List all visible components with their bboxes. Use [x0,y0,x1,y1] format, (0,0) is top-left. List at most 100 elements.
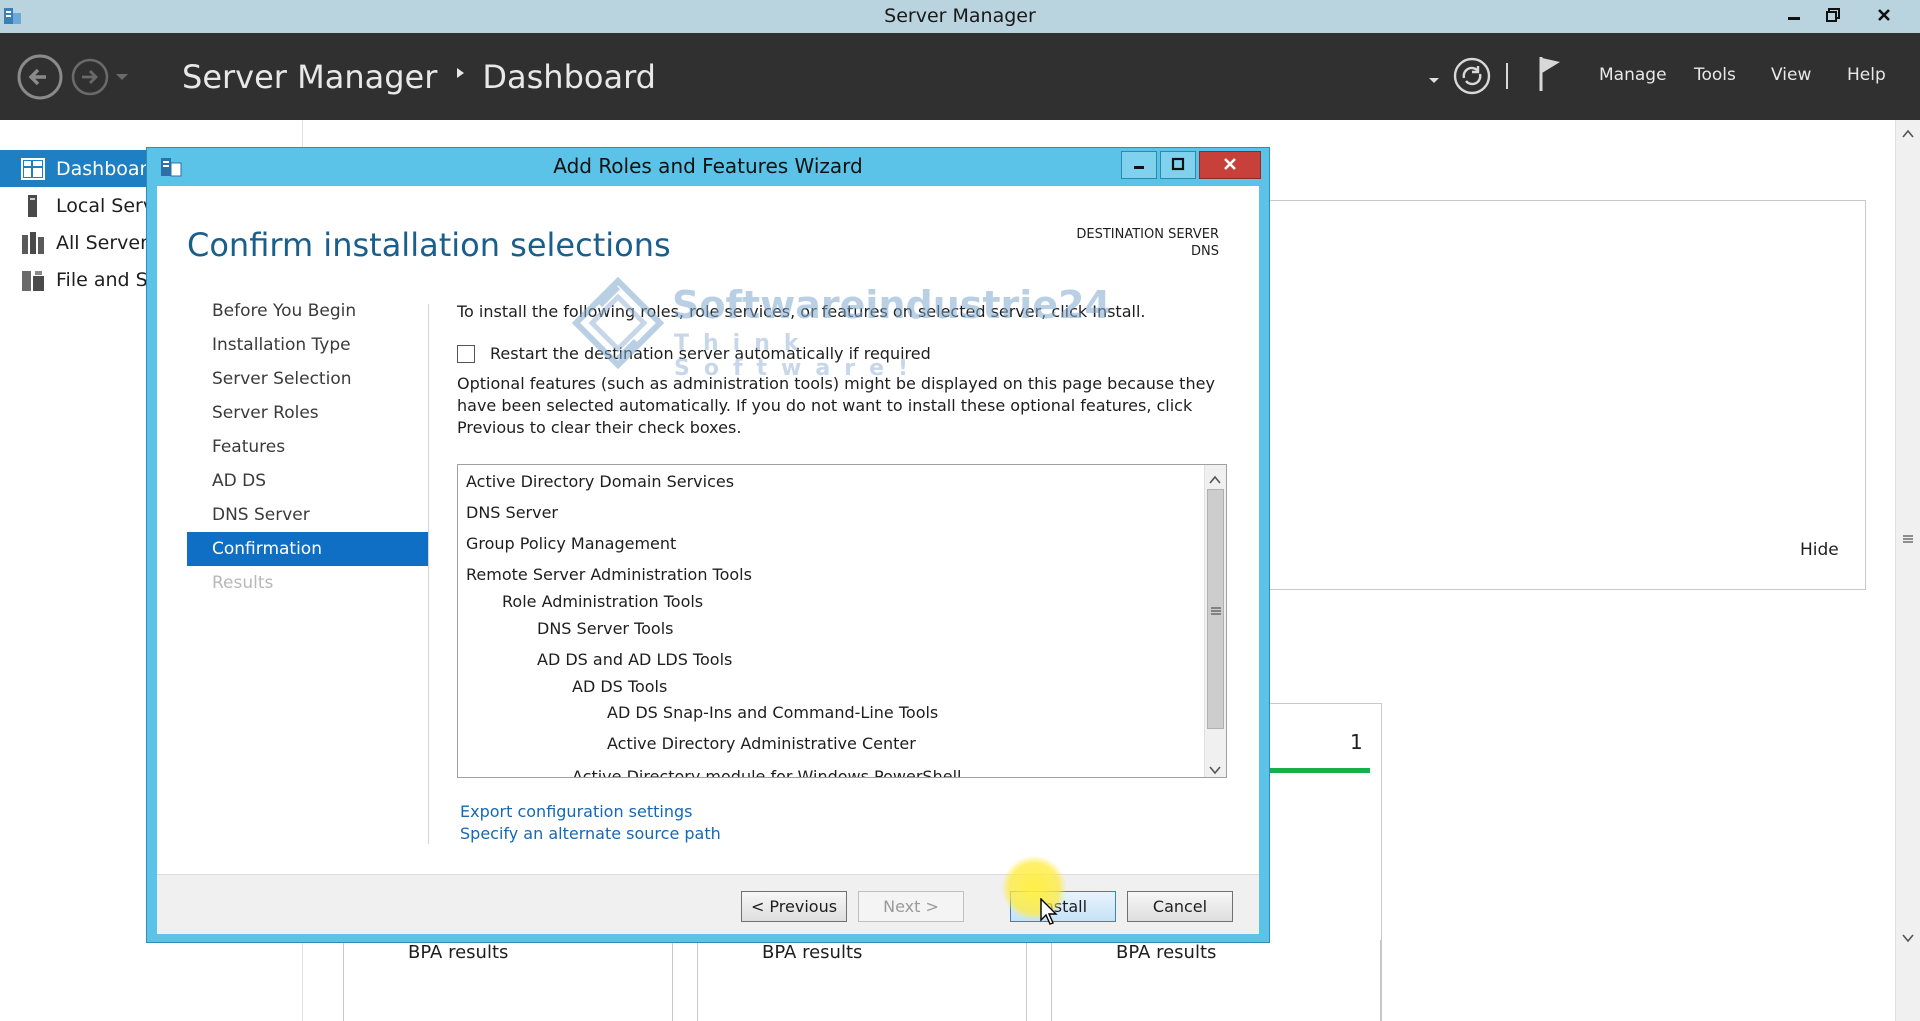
tile-status-bar [1262,768,1370,773]
destination-server: DESTINATION SERVER DNS [1076,226,1219,260]
list-item: Active Directory Administrative Center [607,734,916,753]
list-item: DNS Server Tools [537,619,674,638]
scroll-grip-icon [1902,530,1914,549]
breadcrumb: Server Manager Dashboard [182,57,656,97]
nav-item-label: File and St [56,268,156,291]
step-results: Results [212,573,274,593]
minimize-button[interactable] [1776,0,1812,30]
chevron-down-icon [1428,71,1440,90]
flag-icon [1536,57,1566,99]
list-item: Group Policy Management [466,534,677,553]
step-confirmation[interactable]: Confirmation [187,532,429,566]
list-item: AD DS Tools [572,677,668,696]
forward-arrow-icon [70,58,110,101]
scroll-grip-icon [1210,602,1222,621]
refresh-button[interactable] [1452,56,1492,96]
scroll-thumb[interactable] [1207,489,1224,729]
step-server-roles[interactable]: Server Roles [187,396,429,430]
wizard-maximize-button[interactable] [1160,151,1196,179]
forward-button[interactable] [70,57,110,97]
list-item: Active Directory Domain Services [466,472,735,491]
list-item: Remote Server Administration Tools [466,565,752,584]
restart-option[interactable]: Restart the destination server automatic… [457,344,931,363]
install-button[interactable]: Install [1010,891,1116,922]
step-features[interactable]: Features [187,430,429,464]
wizard-footer: < Previous Next > Install Cancel [157,874,1259,934]
local-server-icon [20,194,46,218]
back-arrow-icon [16,54,64,105]
restore-icon [1826,8,1840,22]
wizard-titlebar: Add Roles and Features Wizard [147,148,1269,184]
close-button[interactable] [1866,0,1902,30]
tile-count: 1 [1350,730,1363,754]
steps-divider [428,304,429,844]
bpa-results-label[interactable]: BPA results [1116,942,1216,963]
file-storage-icon [20,268,46,292]
all-servers-icon [20,231,46,255]
scroll-up-icon [1209,470,1221,489]
chevron-down-icon [114,70,130,89]
optional-features-note: Optional features (such as administratio… [457,374,1215,437]
bpa-results-label[interactable]: BPA results [762,942,862,963]
dashboard-scrollbar[interactable] [1895,120,1920,1021]
list-item: DNS Server [466,503,558,522]
minimize-icon [1132,156,1146,175]
feature-list-scrollbar[interactable] [1204,465,1226,777]
breadcrumb-separator-icon [457,68,465,78]
breadcrumb-app: Server Manager [182,58,438,96]
previous-button[interactable]: < Previous [741,891,847,922]
hide-welcome-link[interactable]: Hide [1800,540,1839,560]
bpa-results-label[interactable]: BPA results [408,942,508,963]
window-title: Server Manager [884,5,1036,27]
header-divider [1506,63,1508,89]
notifications-flag-button[interactable] [1536,55,1566,95]
list-item: Active Directory module for Windows Powe… [572,767,962,778]
wizard-close-button[interactable] [1199,151,1261,179]
welcome-panel [1210,200,1866,590]
cancel-button[interactable]: Cancel [1127,891,1233,922]
destination-server-label: DESTINATION SERVER [1076,227,1219,242]
menu-tools[interactable]: Tools [1694,65,1736,85]
intro-text: To install the following roles, role ser… [457,302,1146,321]
menu-manage[interactable]: Manage [1599,65,1667,85]
server-manager-header: Server Manager Dashboard Manage Tools Vi… [0,33,1920,120]
step-dns-server[interactable]: DNS Server [187,498,429,532]
list-item: AD DS and AD LDS Tools [537,650,733,669]
wizard-minimize-button[interactable] [1121,151,1157,179]
nav-item-label: Local Serv [56,194,155,217]
history-dropdown[interactable] [114,69,130,85]
close-icon [1223,156,1237,175]
menu-help[interactable]: Help [1847,65,1886,85]
minimize-icon [1787,8,1801,22]
step-before-you-begin[interactable]: Before You Begin [187,294,429,328]
breadcrumb-page: Dashboard [482,58,656,96]
scroll-down-icon [1902,928,1914,947]
server-manager-titlebar: Server Manager [0,0,1920,33]
export-configuration-link[interactable]: Export configuration settings [460,802,692,821]
add-roles-wizard-window: Add Roles and Features Wizard Confirm in… [146,147,1270,943]
scroll-up-icon [1902,124,1914,143]
nav-item-label: All Servers [56,231,158,254]
refresh-dropdown[interactable] [1428,71,1440,90]
scroll-down-icon [1209,760,1221,777]
back-button[interactable] [16,53,64,101]
nav-item-label: Dashboard [56,157,160,180]
step-server-selection[interactable]: Server Selection [187,362,429,396]
restore-button[interactable] [1815,0,1851,30]
menu-view[interactable]: View [1771,65,1811,85]
refresh-icon [1452,57,1492,100]
wizard-title: Add Roles and Features Wizard [553,154,863,178]
feature-selection-list[interactable]: Active Directory Domain Services DNS Ser… [457,464,1227,778]
dashboard-icon [20,157,46,181]
destination-server-value: DNS [1191,244,1219,259]
page-title: Confirm installation selections [187,226,671,264]
list-item: Role Administration Tools [502,592,704,611]
restart-checkbox-label: Restart the destination server automatic… [490,344,931,363]
step-installation-type[interactable]: Installation Type [187,328,429,362]
step-ad-ds[interactable]: AD DS [187,464,429,498]
next-button: Next > [858,891,964,922]
restart-checkbox[interactable] [457,344,475,363]
alternate-source-path-link[interactable]: Specify an alternate source path [460,824,721,843]
maximize-icon [1171,156,1185,175]
close-icon [1877,8,1891,22]
